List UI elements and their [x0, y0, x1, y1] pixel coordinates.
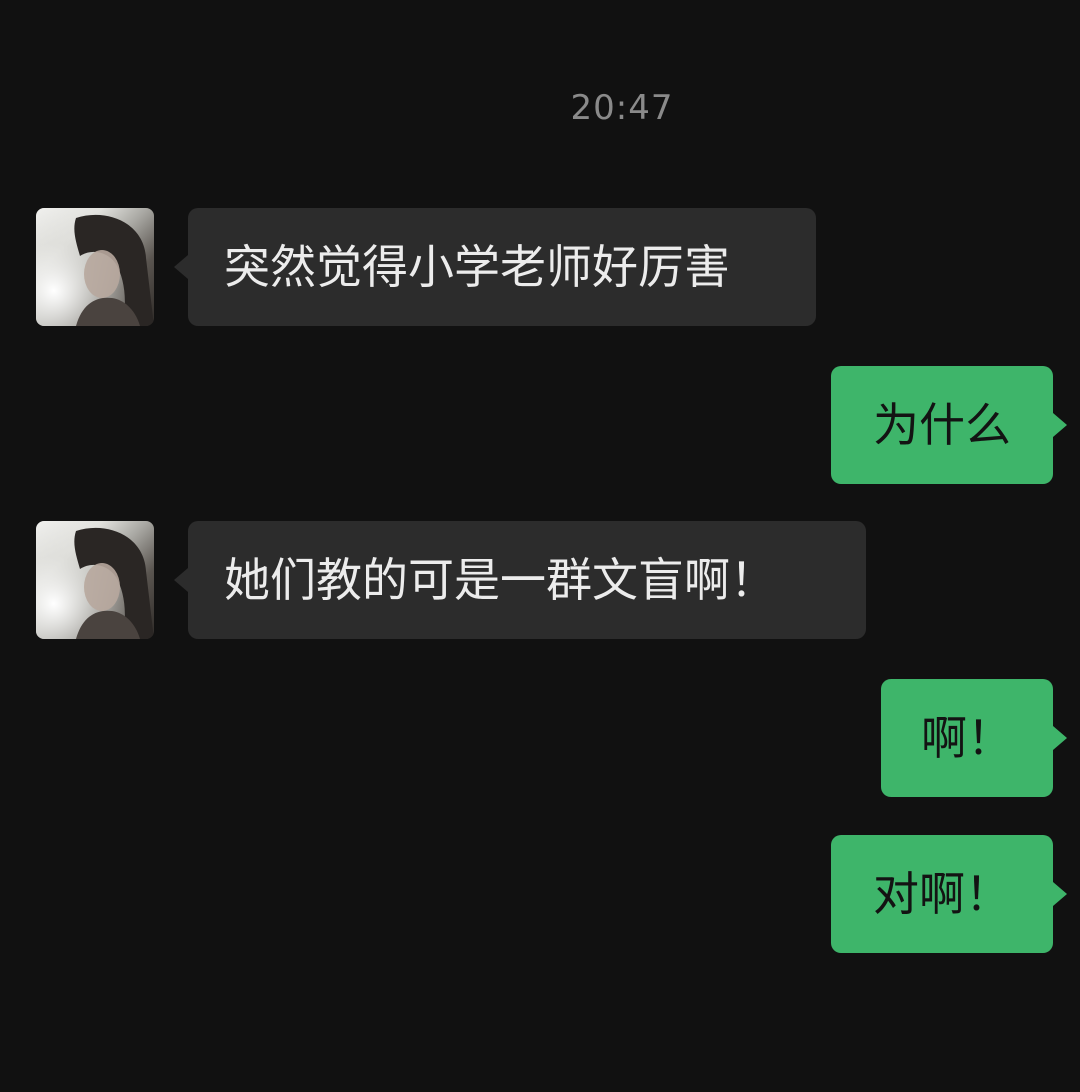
outgoing-message-bubble[interactable]: 啊！ — [881, 679, 1067, 797]
contact-avatar[interactable] — [36, 208, 154, 326]
outgoing-message-bubble[interactable]: 对啊！ — [831, 835, 1067, 953]
chat-view[interactable]: 20:47 突然觉得小学老师好厉害 为什么 她们教的可是一群文盲啊！ 啊！ 对啊… — [0, 0, 1080, 1092]
contact-avatar[interactable] — [36, 521, 154, 639]
message-text: 突然觉得小学老师好厉害 — [224, 240, 730, 294]
avatar-photo-icon — [36, 208, 154, 326]
message-text: 为什么 — [873, 398, 1011, 452]
message-timestamp: 20:47 — [570, 88, 674, 128]
incoming-message-bubble[interactable]: 突然觉得小学老师好厉害 — [174, 208, 816, 326]
message-text: 啊！ — [921, 711, 1013, 765]
outgoing-message-bubble[interactable]: 为什么 — [831, 366, 1067, 484]
incoming-message-bubble[interactable]: 她们教的可是一群文盲啊！ — [174, 521, 866, 639]
message-text: 她们教的可是一群文盲啊！ — [224, 553, 776, 607]
avatar-photo-icon — [36, 521, 154, 639]
message-text: 对啊！ — [873, 867, 1011, 921]
